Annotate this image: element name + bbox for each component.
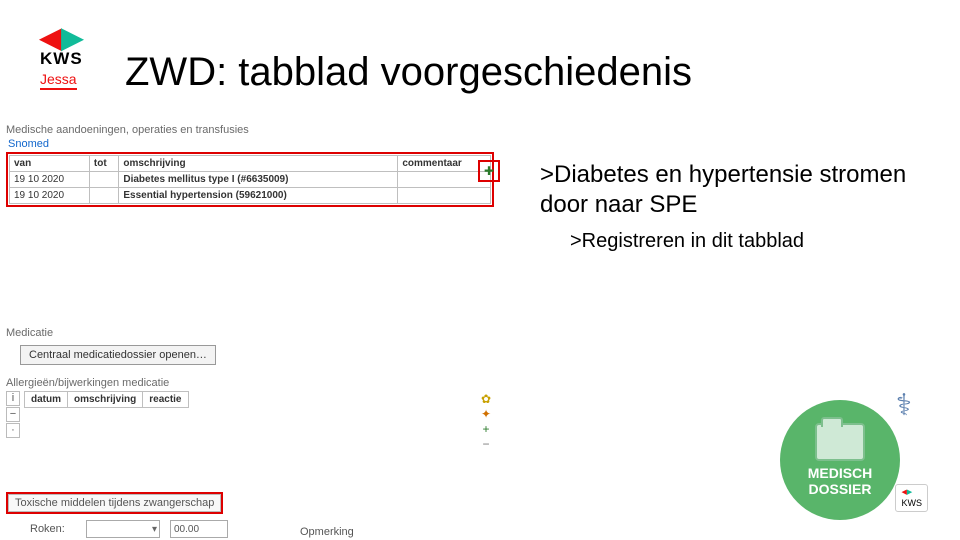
- dot-icon[interactable]: ·: [6, 423, 20, 438]
- page-title: ZWD: tabblad voorgeschiedenis: [125, 50, 692, 95]
- col-commentaar: commentaar: [398, 156, 491, 172]
- allerg-table: datum omschrijving reactie: [24, 391, 189, 408]
- roken-select[interactable]: ▾: [86, 520, 160, 538]
- folder-icon: [815, 423, 865, 461]
- badge-tag: ◀▶ KWS: [895, 484, 928, 512]
- logo: ◀▶ KWS Jessa: [40, 28, 100, 90]
- badge-line2: DOSSIER: [808, 481, 871, 497]
- sparkle-icon[interactable]: ✦: [478, 407, 494, 421]
- badge-line1: MEDISCH: [808, 465, 873, 481]
- info-icon[interactable]: i: [6, 391, 20, 406]
- flower-icon[interactable]: ✿: [478, 392, 494, 406]
- bullet-2: >Registreren in dit tabblad: [570, 230, 940, 253]
- section-med-label: Medicatie: [6, 327, 500, 339]
- col-reactie: reactie: [143, 392, 188, 408]
- logo-sub: Jessa: [40, 71, 77, 90]
- minus-icon[interactable]: −: [6, 407, 20, 422]
- section-allerg-label: Allergieën/bijwerkingen medicatie: [6, 377, 500, 389]
- snomed-link[interactable]: Snomed: [8, 138, 500, 150]
- staff-icon: ⚕: [896, 388, 912, 423]
- add-icon[interactable]: ✚: [482, 165, 496, 177]
- col-omschrijving: omschrijving: [119, 156, 398, 172]
- opm-label: Opmerking: [300, 526, 354, 538]
- col-omschrijving2: omschrijving: [68, 392, 143, 408]
- logo-mark: ◀▶: [40, 28, 100, 47]
- medisch-dossier-badge: ⚕ MEDISCH DOSSIER ◀▶ KWS: [770, 390, 930, 520]
- highlight-conditions: van tot omschrijving commentaar 19 10 20…: [6, 152, 494, 207]
- open-med-dossier-button[interactable]: Centraal medicatiedossier openen…: [20, 345, 216, 365]
- logo-brand: KWS: [40, 49, 100, 69]
- roken-number[interactable]: 00.00: [170, 520, 228, 538]
- bullet-1: >Diabetes en hypertensie stromen door na…: [540, 160, 940, 220]
- highlight-add-button: ✚: [478, 160, 500, 182]
- table-row[interactable]: 19 10 2020 Diabetes mellitus type I (#66…: [10, 172, 491, 188]
- col-van: van: [10, 156, 90, 172]
- section-conditions-label: Medische aandoeningen, operaties en tran…: [6, 124, 500, 136]
- col-tot: tot: [89, 156, 118, 172]
- section-tox-label: Toxische middelen tijdens zwangerschap: [8, 494, 221, 512]
- ehr-screenshot: Medische aandoeningen, operaties en tran…: [0, 120, 500, 540]
- table-row[interactable]: 19 10 2020 Essential hypertension (59621…: [10, 188, 491, 204]
- bullet-block: >Diabetes en hypertensie stromen door na…: [540, 160, 940, 253]
- allerg-side-icons: ✿ ✦ + −: [478, 391, 494, 452]
- allerg-controls: i − ·: [6, 391, 20, 439]
- col-datum: datum: [25, 392, 68, 408]
- plus-icon[interactable]: +: [478, 422, 494, 436]
- roken-label: Roken:: [30, 523, 86, 535]
- highlight-tox: Toxische middelen tijdens zwangerschap: [6, 492, 223, 514]
- remove-icon[interactable]: −: [478, 437, 494, 451]
- conditions-table: van tot omschrijving commentaar 19 10 20…: [9, 155, 491, 204]
